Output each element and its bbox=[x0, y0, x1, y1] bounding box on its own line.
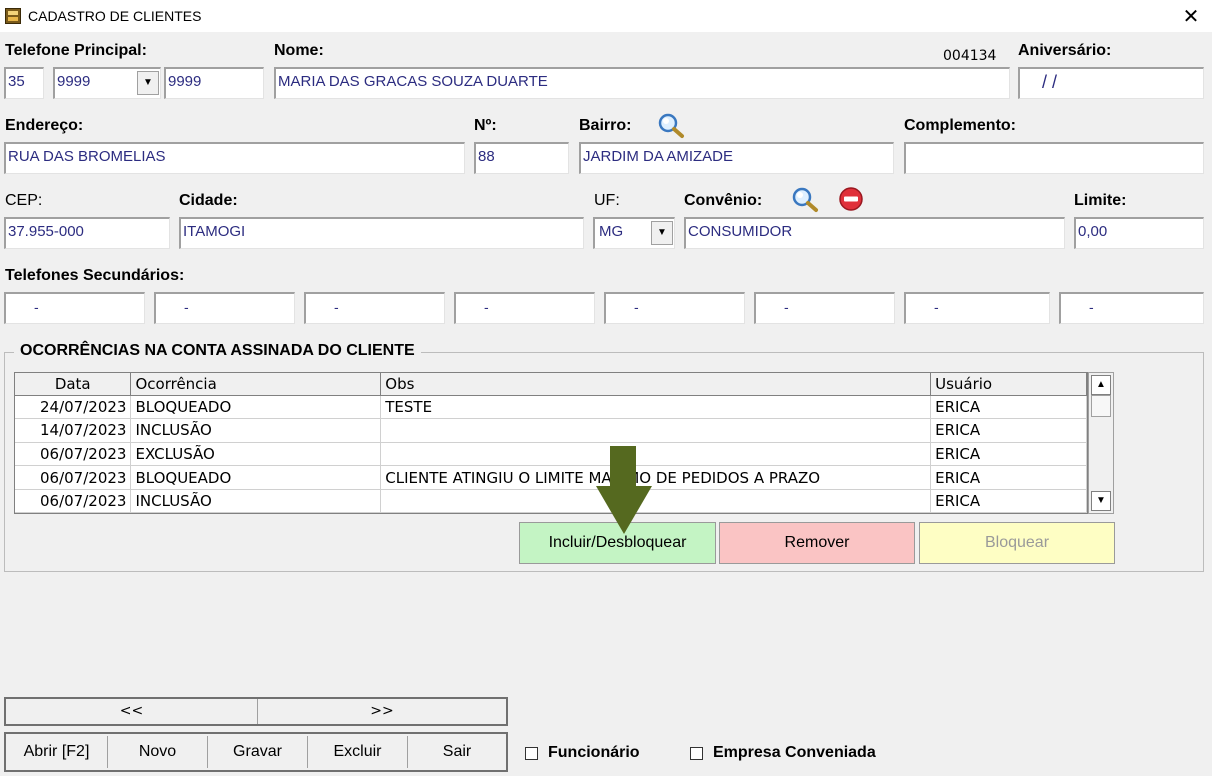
funcionario-checkbox[interactable] bbox=[525, 747, 538, 760]
table-row[interactable]: 06/07/2023 EXCLUSÃO ERICA bbox=[15, 442, 1087, 467]
cell-obs bbox=[380, 442, 932, 467]
ocorrencias-grid[interactable]: Data Ocorrência Obs Usuário 24/07/2023 B… bbox=[14, 372, 1088, 514]
bottom-toolbar: Abrir [F2] Novo Gravar Excluir Sair bbox=[4, 732, 508, 772]
telefone-secundario-8[interactable]: - bbox=[1059, 292, 1204, 324]
cell-ocorrencia: INCLUSÃO bbox=[130, 418, 382, 443]
cell-usuario: ERICA bbox=[930, 418, 1087, 443]
table-row[interactable]: 06/07/2023 INCLUSÃO ERICA bbox=[15, 489, 1087, 513]
scroll-up-icon[interactable]: ▲ bbox=[1091, 375, 1111, 395]
cell-ocorrencia: BLOQUEADO bbox=[130, 395, 382, 420]
telefone-secundario-2[interactable]: - bbox=[154, 292, 295, 324]
numero-field[interactable]: 88 bbox=[474, 142, 569, 174]
cell-usuario: ERICA bbox=[930, 442, 1087, 467]
remover-button[interactable]: Remover bbox=[719, 522, 915, 564]
bairro-label: Bairro: bbox=[579, 117, 632, 134]
column-header-usuario[interactable]: Usuário bbox=[930, 373, 1087, 396]
cell-usuario: ERICA bbox=[930, 465, 1087, 490]
convenio-label: Convênio: bbox=[684, 192, 763, 209]
column-header-obs[interactable]: Obs bbox=[380, 373, 932, 396]
telefone-principal-label: Telefone Principal: bbox=[5, 42, 147, 59]
telefone-secundario-5[interactable]: - bbox=[604, 292, 745, 324]
cell-obs: TESTE bbox=[380, 395, 932, 420]
novo-button[interactable]: Novo bbox=[108, 736, 208, 768]
gravar-button[interactable]: Gravar bbox=[208, 736, 308, 768]
ocorrencias-title: OCORRÊNCIAS NA CONTA ASSINADA DO CLIENTE bbox=[14, 342, 421, 360]
table-row[interactable]: 14/07/2023 INCLUSÃO ERICA bbox=[15, 418, 1087, 443]
limite-label: Limite: bbox=[1074, 192, 1127, 209]
uf-label: UF: bbox=[594, 192, 620, 209]
cell-data: 06/07/2023 bbox=[15, 465, 132, 490]
nome-field[interactable]: MARIA DAS GRACAS SOUZA DUARTE bbox=[274, 67, 1010, 99]
telefone-secundario-6[interactable]: - bbox=[754, 292, 895, 324]
telefone-prefix-value: 9999 bbox=[57, 73, 91, 90]
cell-ocorrencia: INCLUSÃO bbox=[130, 489, 382, 513]
convenio-remove-icon[interactable] bbox=[834, 184, 868, 214]
table-row[interactable]: 24/07/2023 BLOQUEADO TESTE ERICA bbox=[15, 395, 1087, 420]
cell-obs bbox=[380, 418, 932, 443]
complemento-label: Complemento: bbox=[904, 117, 1016, 134]
chevron-down-icon[interactable]: ▼ bbox=[651, 221, 673, 245]
previous-record-button[interactable]: << bbox=[6, 699, 257, 724]
cell-obs bbox=[380, 489, 932, 513]
cep-label: CEP: bbox=[5, 192, 43, 209]
uf-combo[interactable]: MG ▼ bbox=[593, 217, 675, 249]
scroll-down-icon[interactable]: ▼ bbox=[1091, 491, 1111, 511]
numero-label: Nº: bbox=[474, 117, 497, 134]
scroll-thumb[interactable] bbox=[1091, 395, 1111, 417]
window-title: CADASTRO DE CLIENTES bbox=[28, 8, 202, 24]
cidade-label: Cidade: bbox=[179, 192, 238, 209]
telefone-ddd-field[interactable]: 35 bbox=[4, 67, 44, 99]
cell-obs: CLIENTE ATINGIU O LIMITE MAXIMO DE PEDID… bbox=[380, 465, 932, 490]
excluir-button[interactable]: Excluir bbox=[308, 736, 408, 768]
cell-usuario: ERICA bbox=[930, 395, 1087, 420]
telefone-secundario-4[interactable]: - bbox=[454, 292, 595, 324]
close-icon[interactable]: ✕ bbox=[1176, 2, 1206, 30]
complemento-field[interactable] bbox=[904, 142, 1204, 174]
cell-data: 14/07/2023 bbox=[15, 418, 132, 443]
chevron-down-icon[interactable]: ▼ bbox=[137, 71, 159, 95]
grid-header-row: Data Ocorrência Obs Usuário bbox=[15, 373, 1087, 396]
record-code: 004134 bbox=[943, 48, 997, 64]
cidade-field[interactable]: ITAMOGI bbox=[179, 217, 584, 249]
down-arrow-icon bbox=[596, 446, 652, 534]
uf-value: MG bbox=[599, 223, 624, 240]
aniversario-label: Aniversário: bbox=[1018, 42, 1112, 59]
next-record-button[interactable]: >> bbox=[258, 699, 506, 724]
empresa-conveniada-label: Empresa Conveniada bbox=[713, 744, 876, 761]
telefone-secundario-1[interactable]: - bbox=[4, 292, 145, 324]
telefones-secundarios-label: Telefones Secundários: bbox=[5, 267, 185, 284]
bloquear-button[interactable]: Bloquear bbox=[919, 522, 1115, 564]
telefone-suffix-field[interactable]: 9999 bbox=[164, 67, 264, 99]
convenio-field[interactable]: CONSUMIDOR bbox=[684, 217, 1065, 249]
grid-scrollbar[interactable]: ▲ ▼ bbox=[1088, 372, 1114, 514]
cell-ocorrencia: BLOQUEADO bbox=[130, 465, 382, 490]
sair-button[interactable]: Sair bbox=[408, 736, 506, 768]
app-icon bbox=[5, 8, 21, 24]
funcionario-label: Funcionário bbox=[548, 744, 640, 761]
telefone-prefix-combo[interactable]: 9999 ▼ bbox=[53, 67, 161, 99]
bairro-search-icon[interactable] bbox=[654, 110, 688, 140]
column-header-data[interactable]: Data bbox=[15, 373, 132, 396]
cell-data: 06/07/2023 bbox=[15, 442, 132, 467]
cell-data: 24/07/2023 bbox=[15, 395, 132, 420]
column-header-ocorrencia[interactable]: Ocorrência bbox=[130, 373, 382, 396]
record-navigation: << >> bbox=[4, 697, 508, 726]
table-row[interactable]: 06/07/2023 BLOQUEADO CLIENTE ATINGIU O L… bbox=[15, 465, 1087, 490]
aniversario-field[interactable]: / / bbox=[1018, 67, 1204, 99]
limite-field[interactable]: 0,00 bbox=[1074, 217, 1204, 249]
cell-usuario: ERICA bbox=[930, 489, 1087, 513]
cell-ocorrencia: EXCLUSÃO bbox=[130, 442, 382, 467]
cep-field[interactable]: 37.955-000 bbox=[4, 217, 170, 249]
telefone-secundario-7[interactable]: - bbox=[904, 292, 1050, 324]
bairro-field[interactable]: JARDIM DA AMIZADE bbox=[579, 142, 894, 174]
cell-data: 06/07/2023 bbox=[15, 489, 132, 513]
abrir-button[interactable]: Abrir [F2] bbox=[6, 736, 108, 768]
endereco-field[interactable]: RUA DAS BROMELIAS bbox=[4, 142, 465, 174]
convenio-search-icon[interactable] bbox=[788, 184, 822, 214]
telefone-secundario-3[interactable]: - bbox=[304, 292, 445, 324]
empresa-conveniada-checkbox[interactable] bbox=[690, 747, 703, 760]
endereco-label: Endereço: bbox=[5, 117, 84, 134]
title-bar: CADASTRO DE CLIENTES ✕ bbox=[0, 0, 1212, 32]
nome-label: Nome: bbox=[274, 42, 324, 59]
